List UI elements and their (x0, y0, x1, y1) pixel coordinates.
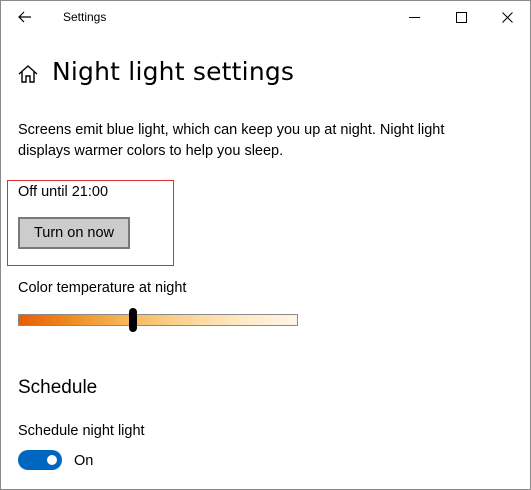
color-temperature-slider[interactable] (18, 314, 298, 326)
home-button[interactable] (17, 63, 39, 85)
title-bar: Settings (1, 1, 530, 34)
app-title: Settings (63, 10, 107, 24)
close-button[interactable] (484, 1, 530, 33)
color-temperature-label: Color temperature at night (18, 280, 187, 296)
toggle-state-label: On (74, 453, 94, 469)
maximize-button[interactable] (438, 1, 484, 33)
page-title: Night light settings (52, 57, 295, 86)
night-light-status: Off until 21:00 (18, 184, 109, 200)
home-icon (18, 65, 38, 83)
back-arrow-icon (18, 11, 31, 23)
maximize-icon (455, 11, 467, 23)
schedule-toggle[interactable] (18, 450, 62, 470)
minimize-icon (408, 16, 420, 18)
back-button[interactable] (9, 3, 41, 31)
slider-thumb[interactable] (128, 308, 137, 332)
schedule-night-light-label: Schedule night light (18, 423, 145, 439)
close-icon (501, 11, 513, 23)
minimize-button[interactable] (391, 1, 437, 33)
settings-window: Settings Night light settings Screens em… (0, 0, 531, 490)
schedule-heading: Schedule (18, 377, 98, 398)
toggle-knob (47, 455, 57, 465)
page-description: Screens emit blue light, which can keep … (18, 122, 445, 159)
turn-on-now-button[interactable]: Turn on now (18, 217, 130, 249)
